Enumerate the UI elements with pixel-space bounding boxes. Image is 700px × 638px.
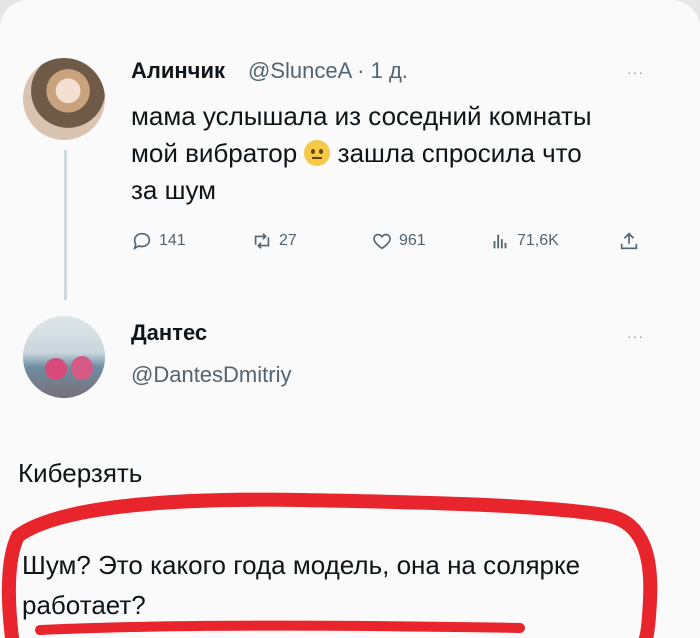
tweet-text: мама услышала из соседний комнаты мой ви… — [131, 98, 601, 209]
thread-line — [64, 150, 67, 300]
red-marker-circle — [1, 492, 658, 638]
repost-button[interactable]: 27 — [251, 230, 297, 252]
views-count: 71,6K — [517, 232, 559, 249]
section-title: Киберзять — [18, 458, 143, 488]
reply-author-name[interactable]: Дантес — [131, 320, 207, 346]
avatar-dantes[interactable] — [23, 316, 105, 398]
reply-count: 141 — [159, 232, 186, 249]
analytics-icon — [493, 234, 507, 249]
neutral-face-emoji-icon — [304, 140, 331, 166]
avatar-alinchik[interactable] — [23, 58, 105, 140]
more-options-icon[interactable]: ··· — [627, 64, 644, 80]
author-name[interactable]: Алинчик — [131, 58, 225, 84]
views-button[interactable]: 71,6K — [489, 230, 559, 252]
like-count: 961 — [399, 232, 426, 249]
share-button[interactable] — [618, 230, 640, 252]
repost-icon — [254, 233, 270, 249]
reply-text: Шум? Это какого года модель, она на соля… — [22, 550, 581, 620]
reply-icon — [133, 232, 151, 251]
reply-more-options-icon[interactable]: ··· — [627, 328, 644, 344]
reply-author-handle[interactable]: @DantesDmitriy — [131, 362, 291, 388]
screenshot-card: Алинчик @SlunceA · 1 д. ··· мама услышал… — [0, 0, 700, 638]
like-button[interactable]: 961 — [371, 230, 426, 252]
reply-button[interactable]: 141 — [131, 230, 186, 252]
heart-icon — [373, 233, 391, 250]
repost-count: 27 — [279, 232, 297, 249]
share-icon — [620, 232, 638, 250]
author-handle-time[interactable]: @SlunceA · 1 д. — [248, 58, 408, 84]
tweet-actions: 141 27 961 71,6K — [131, 230, 661, 256]
